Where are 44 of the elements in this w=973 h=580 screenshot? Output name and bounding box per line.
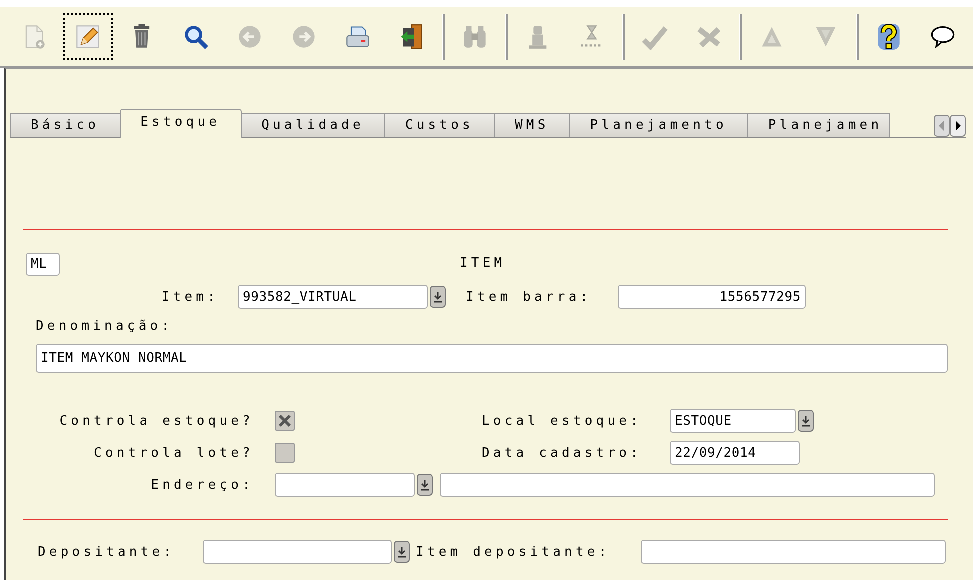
checkbox[interactable] — [275, 411, 295, 431]
tab[interactable]: Básico — [10, 113, 121, 137]
search-icon — [183, 24, 209, 50]
speech-bubble-icon — [930, 24, 956, 50]
depositor-item-field[interactable] — [641, 540, 946, 564]
date-field[interactable]: 22/09/2014 — [670, 441, 800, 465]
field-label: Depositante: — [38, 544, 176, 560]
door-icon — [399, 24, 425, 50]
location-field[interactable]: ESTOQUE — [670, 409, 796, 433]
pencil-icon — [75, 24, 101, 50]
field-label: Item depositante: — [416, 544, 612, 560]
checkbox[interactable] — [275, 443, 295, 463]
tab[interactable]: Qualidade — [240, 113, 386, 137]
dropdown-button[interactable] — [798, 410, 814, 432]
checkbox-label: Controla estoque? — [58, 414, 254, 428]
code-field[interactable]: ML — [26, 253, 60, 276]
check-icon — [642, 24, 668, 50]
tab[interactable]: Custos — [384, 113, 495, 137]
field-label: Item: — [160, 290, 219, 304]
field-label: Item barra: — [466, 290, 593, 304]
field-label: Data cadastro: — [482, 446, 643, 460]
pencil-button[interactable] — [61, 11, 115, 62]
depositor-field[interactable] — [203, 540, 392, 564]
help-icon — [876, 24, 902, 50]
address-description-field[interactable] — [440, 473, 935, 497]
tab[interactable]: Planejamen — [747, 113, 890, 137]
section-title: ITEM — [460, 256, 506, 271]
field-label: Denominação: — [36, 319, 174, 334]
tab[interactable]: Estoque — [120, 109, 242, 138]
dropdown-button[interactable] — [417, 474, 433, 496]
checkbox-label: Controla lote? — [93, 446, 254, 460]
tab[interactable]: Planejamento — [569, 113, 748, 137]
scroll-right-icon[interactable] — [950, 115, 966, 137]
printer-icon — [345, 24, 371, 50]
description-field[interactable]: ITEM MAYKON NORMAL — [36, 344, 948, 373]
field-label: Local estoque: — [482, 414, 643, 428]
tab[interactable]: WMS — [494, 113, 570, 137]
field-label: Endereço: — [150, 478, 254, 492]
dropdown-button[interactable] — [394, 541, 410, 563]
item-field[interactable]: 993582_VIRTUAL — [238, 285, 428, 309]
binoculars-icon — [462, 24, 488, 50]
address-field[interactable] — [275, 473, 415, 497]
dropdown-button[interactable] — [430, 286, 446, 308]
barcode-field[interactable]: 1556577295 — [618, 285, 806, 309]
